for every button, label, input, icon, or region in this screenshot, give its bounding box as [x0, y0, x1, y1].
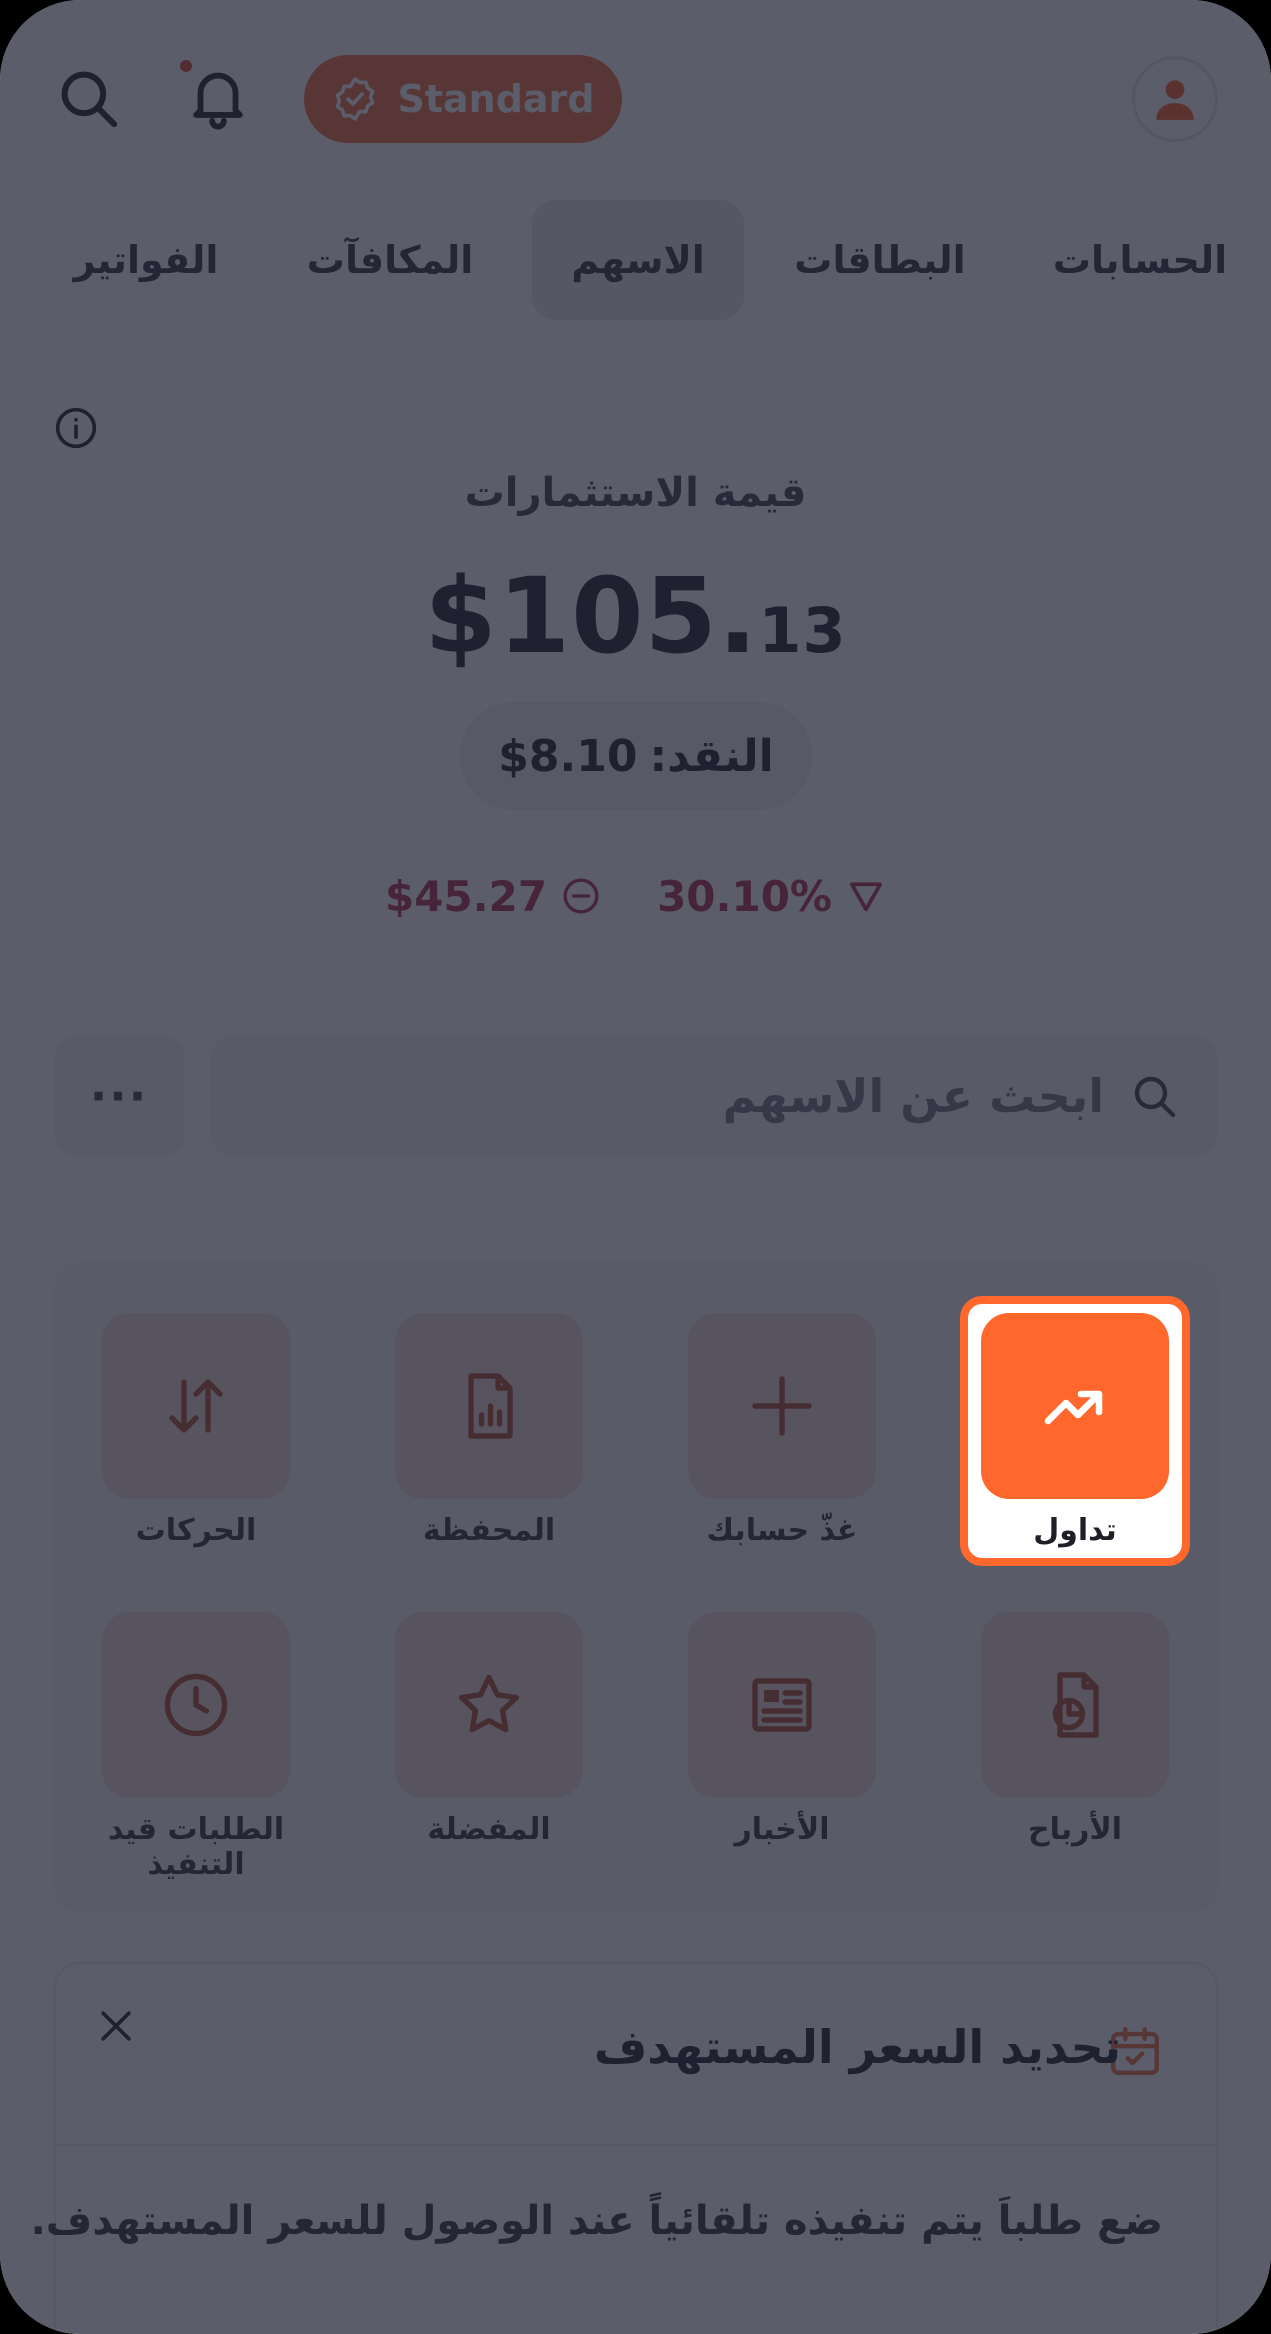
card-title: تحديد السعر المستهدف [593, 2020, 1121, 2074]
dividends-icon [1052, 1672, 1099, 1738]
minus-circle-icon [563, 878, 599, 914]
action-dividends[interactable]: الأرباح [981, 1612, 1169, 1847]
investments-value-cents: 13 [758, 594, 847, 667]
action-tile[interactable] [688, 1313, 876, 1499]
action-label: الأخبار [734, 1812, 830, 1847]
investments-value: $105.13 [0, 555, 1271, 677]
info-icon [55, 407, 97, 449]
change-percent-value: 30.10% [657, 871, 832, 921]
search-placeholder: ابحث عن الاسهم [722, 1069, 1104, 1123]
notifications-button[interactable] [178, 56, 258, 136]
transfer-arrows-icon [169, 1379, 223, 1433]
action-tile[interactable] [395, 1612, 583, 1798]
action-portfolio[interactable]: المحفظة [395, 1313, 583, 1548]
search-icon [1134, 1076, 1176, 1118]
profile-avatar[interactable] [1132, 56, 1218, 142]
info-button[interactable] [54, 406, 98, 454]
clock-icon [164, 1673, 228, 1737]
tab-label: الاسهم [571, 238, 705, 282]
action-label: تداول [1033, 1513, 1117, 1548]
action-pending-orders[interactable]: الطلبات قيد التنفيذ [102, 1612, 290, 1882]
close-card-button[interactable] [94, 2004, 138, 2052]
change-amount-value: $45.27 [384, 871, 548, 921]
stock-search-input[interactable]: ابحث عن الاسهم [210, 1036, 1218, 1156]
app-screen: Standard الحسابات البطاقات الاسهم المكاف… [0, 0, 1271, 2334]
action-label: الحركات [135, 1513, 257, 1548]
action-tile[interactable] [102, 1313, 290, 1499]
more-options-button[interactable]: ··· [54, 1036, 184, 1156]
plus-icon [752, 1376, 812, 1436]
tab-rewards[interactable]: المكافآت [300, 200, 480, 320]
search-button[interactable] [52, 62, 124, 134]
tab-bills[interactable]: الفواتير [66, 200, 226, 320]
investments-title: قيمة الاستثمارات [464, 470, 807, 516]
tab-label: الفواتير [73, 238, 219, 282]
bell-icon [193, 72, 243, 130]
action-favorites[interactable]: المفضلة [395, 1612, 583, 1847]
action-label: غذّ حسابك [706, 1513, 858, 1548]
tab-cards[interactable]: البطاقات [790, 200, 970, 320]
triangle-down-icon [850, 882, 882, 912]
news-icon [752, 1678, 812, 1732]
report-icon [468, 1373, 513, 1439]
tab-accounts[interactable]: الحسابات [1050, 200, 1230, 320]
target-price-card[interactable] [54, 1962, 1218, 2334]
action-tile[interactable] [102, 1612, 290, 1798]
tab-label: الحسابات [1052, 238, 1228, 282]
search-icon [61, 71, 118, 128]
change-percent: 30.10% [657, 872, 886, 921]
cash-value: $8.10 [498, 730, 638, 782]
close-icon [101, 2011, 131, 2041]
tab-label: البطاقات [794, 238, 966, 282]
action-label: الأرباح [1027, 1812, 1123, 1847]
change-amount: $45.27 [385, 872, 601, 921]
action-trade[interactable]: تداول [981, 1313, 1169, 1548]
action-fund-account[interactable]: غذّ حسابك [688, 1313, 876, 1548]
notification-dot [180, 60, 192, 72]
plan-label: Standard [397, 77, 595, 121]
performance-row: $45.27 30.10% [0, 868, 1271, 924]
action-tile[interactable] [981, 1612, 1169, 1798]
cash-balance-pill[interactable]: $8.10 النقد: [460, 702, 812, 810]
action-label: المحفظة [422, 1513, 556, 1548]
trade-tile[interactable] [981, 1313, 1169, 1499]
tab-label: المكافآت [306, 238, 474, 282]
card-description: ضع طلباَ يتم تنفيذه تلقائياً عند الوصول … [30, 2198, 1163, 2244]
action-tile[interactable] [395, 1313, 583, 1499]
star-icon [459, 1674, 519, 1733]
action-label: المفضلة [427, 1812, 551, 1847]
action-label: الطلبات قيد التنفيذ [107, 1812, 285, 1882]
investments-value-main: $105. [424, 555, 759, 677]
verified-badge-icon [336, 77, 375, 121]
cash-label: النقد: [649, 730, 774, 782]
user-icon [1156, 80, 1194, 120]
card-divider [54, 2144, 1218, 2146]
action-transactions[interactable]: الحركات [102, 1313, 290, 1548]
action-news[interactable]: الأخبار [688, 1612, 876, 1847]
action-tile[interactable] [688, 1612, 876, 1798]
tab-stocks[interactable]: الاسهم [532, 200, 744, 320]
more-dots-icon: ··· [89, 1069, 149, 1123]
plan-badge[interactable]: Standard [304, 55, 622, 143]
trending-up-icon [1044, 1390, 1103, 1425]
